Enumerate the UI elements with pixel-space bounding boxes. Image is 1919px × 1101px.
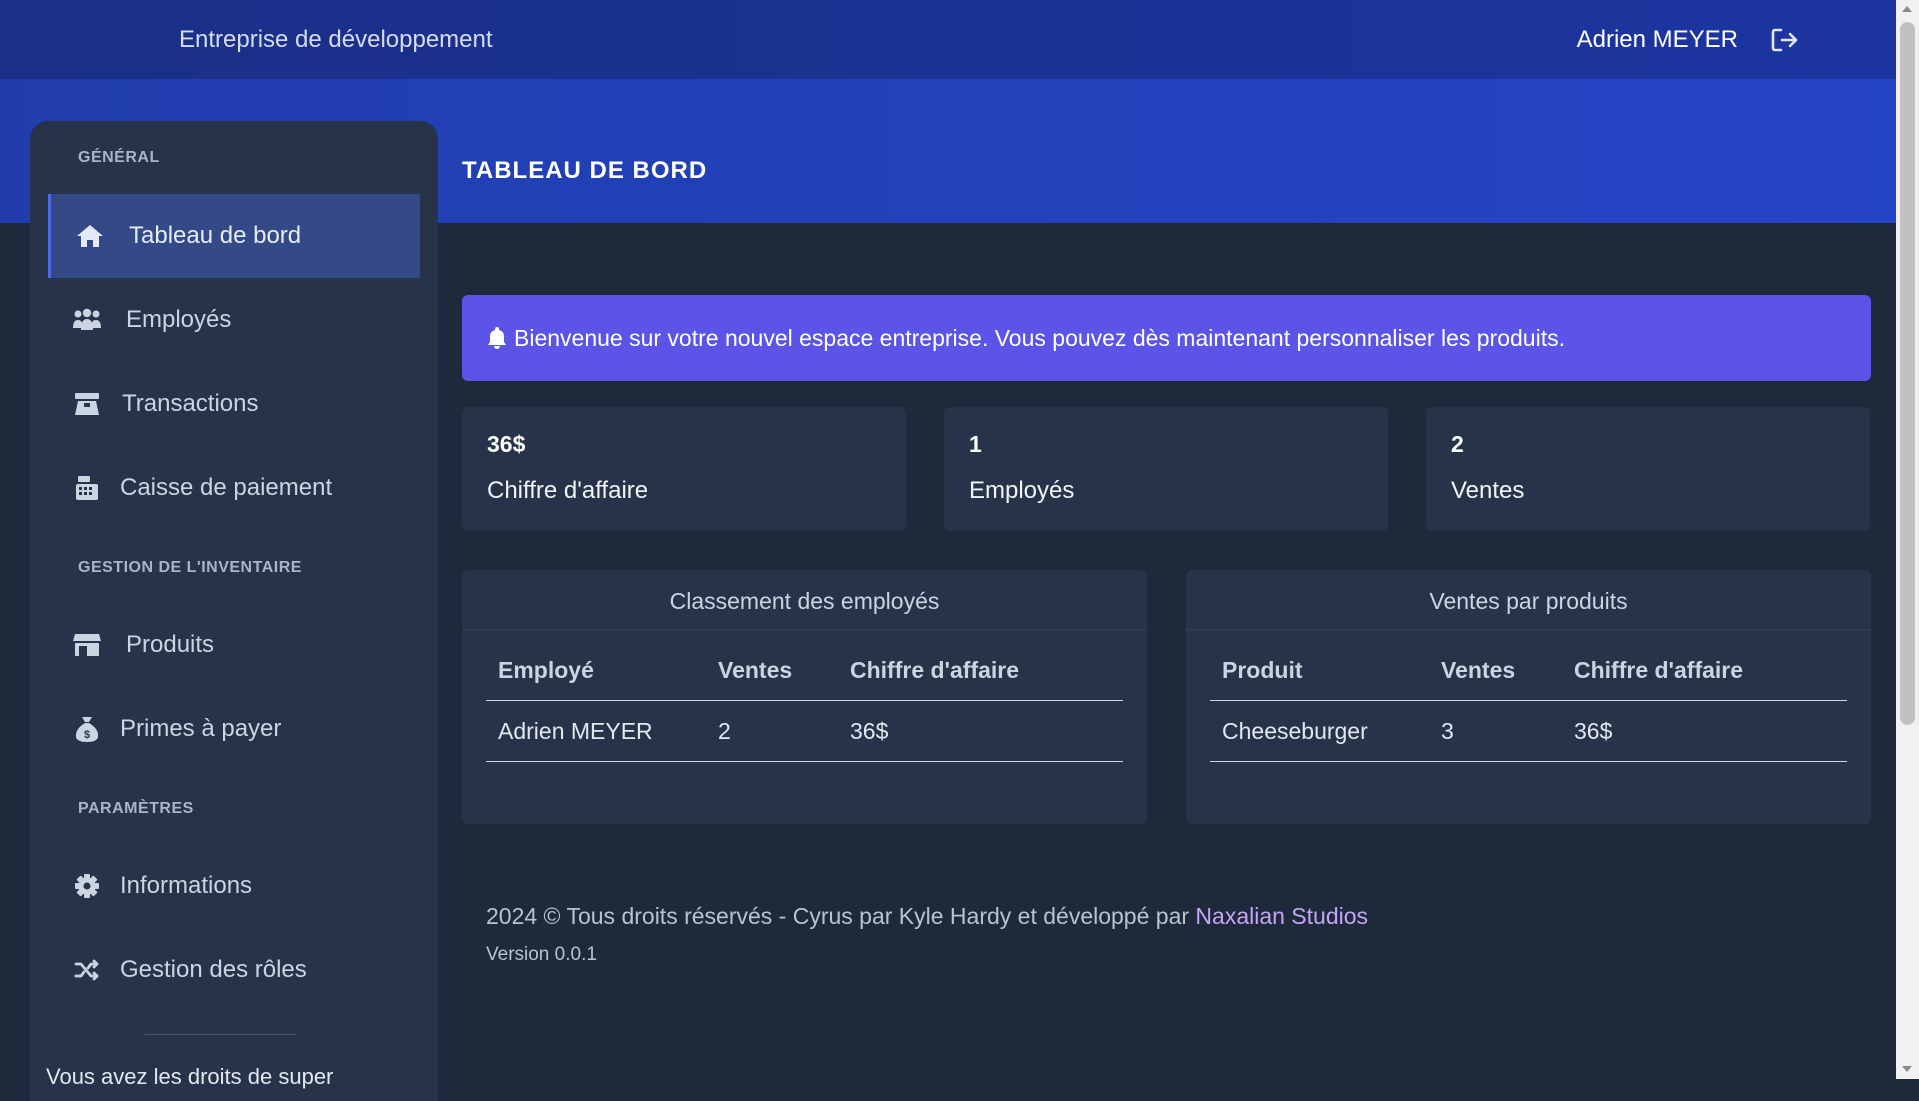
- user-name[interactable]: Adrien MEYER: [1577, 26, 1738, 54]
- sidebar-item-transactions[interactable]: Transactions: [48, 362, 420, 446]
- sidebar-item-label: Gestion des rôles: [120, 956, 307, 983]
- sidebar-item-label: Tableau de bord: [129, 222, 302, 249]
- sidebar-item-bonuses[interactable]: $ Primes à payer: [48, 687, 420, 771]
- table-row: Adrien MEYER 2 36$: [486, 701, 1123, 762]
- stat-card-employees: 1 Employés: [944, 407, 1388, 531]
- column-header-product: Produit: [1222, 656, 1303, 683]
- sidebar-item-label: Transactions: [122, 390, 259, 417]
- logout-icon[interactable]: [1770, 26, 1800, 54]
- cash-register-icon: [72, 473, 102, 503]
- stat-value: 1: [969, 431, 982, 457]
- panel-title: Classement des employés: [462, 570, 1147, 630]
- home-icon: [75, 221, 105, 251]
- money-bag-icon: $: [72, 714, 102, 744]
- table-header-row: Produit Ventes Chiffre d'affaire: [1210, 640, 1847, 701]
- page-title: TABLEAU DE BORD: [462, 157, 708, 184]
- alert-message: Bienvenue sur votre nouvel espace entrep…: [514, 324, 1565, 351]
- sidebar-item-dashboard[interactable]: Tableau de bord: [48, 194, 420, 278]
- stat-value: 2: [1451, 431, 1464, 457]
- sidebar-section-general: GÉNÉRAL: [78, 149, 160, 166]
- stat-card-revenue: 36$ Chiffre d'affaire: [462, 407, 906, 531]
- employee-ranking-table: Employé Ventes Chiffre d'affaire Adrien …: [486, 640, 1123, 762]
- footer-copyright: 2024 © Tous droits réservés - Cyrus par …: [486, 903, 1368, 930]
- cell-employee: Adrien MEYER: [498, 717, 653, 744]
- column-header-employee: Employé: [498, 656, 594, 683]
- shuffle-icon: [72, 955, 102, 985]
- gear-icon: [72, 871, 102, 901]
- column-header-sales: Ventes: [1441, 656, 1516, 683]
- sidebar-item-checkout[interactable]: Caisse de paiement: [48, 446, 420, 530]
- cell-sales: 2: [718, 717, 731, 744]
- store-icon: [72, 630, 102, 660]
- sidebar-item-employees[interactable]: Employés: [48, 278, 420, 362]
- welcome-alert: Bienvenue sur votre nouvel espace entrep…: [462, 295, 1871, 381]
- cell-sales: 3: [1441, 717, 1454, 744]
- product-sales-panel: Ventes par produits Produit Ventes Chiff…: [1186, 570, 1871, 824]
- users-icon: [72, 305, 102, 335]
- top-bar: Entreprise de développement Adrien MEYER: [0, 0, 1896, 79]
- stat-label: Chiffre d'affaire: [487, 477, 649, 504]
- sidebar-item-label: Produits: [126, 631, 215, 658]
- sidebar-item-label: Primes à payer: [120, 715, 282, 742]
- column-header-sales: Ventes: [718, 656, 793, 683]
- page-scrollbar[interactable]: [1896, 0, 1919, 1079]
- sidebar-item-label: Caisse de paiement: [120, 474, 333, 501]
- stat-label: Ventes: [1451, 477, 1525, 504]
- sidebar-item-label: Informations: [120, 872, 253, 899]
- cell-revenue: 36$: [850, 717, 889, 744]
- scroll-down-arrow-icon[interactable]: [1902, 1066, 1912, 1072]
- sidebar-item-products[interactable]: Produits: [48, 603, 420, 687]
- company-name: Entreprise de développement: [179, 26, 493, 53]
- sidebar-divider: [145, 1034, 297, 1035]
- table-header-row: Employé Ventes Chiffre d'affaire: [486, 640, 1123, 701]
- stat-value: 36$: [487, 431, 526, 457]
- product-sales-table: Produit Ventes Chiffre d'affaire Cheeseb…: [1210, 640, 1847, 762]
- svg-text:$: $: [84, 729, 90, 741]
- sidebar-item-roles[interactable]: Gestion des rôles: [48, 928, 420, 1012]
- stat-label: Employés: [969, 477, 1075, 504]
- table-row: Cheeseburger 3 36$: [1210, 701, 1847, 762]
- sidebar-item-label: Employés: [126, 306, 232, 333]
- cell-product: Cheeseburger: [1222, 717, 1368, 744]
- sidebar: GÉNÉRAL Tableau de bord Employés Transac…: [30, 121, 438, 1101]
- cell-revenue: 36$: [1574, 717, 1613, 744]
- footer-studio-link[interactable]: Naxalian Studios: [1195, 903, 1368, 929]
- column-header-revenue: Chiffre d'affaire: [850, 656, 1020, 683]
- scroll-up-arrow-icon[interactable]: [1902, 6, 1912, 12]
- cash-register-hand-icon: [72, 389, 102, 419]
- employee-ranking-panel: Classement des employés Employé Ventes C…: [462, 570, 1147, 824]
- sidebar-section-settings: PARAMÈTRES: [78, 800, 194, 817]
- sidebar-item-information[interactable]: Informations: [48, 844, 420, 928]
- panel-title: Ventes par produits: [1186, 570, 1871, 630]
- footer-text: 2024 © Tous droits réservés - Cyrus par …: [486, 903, 1190, 929]
- stat-card-sales: 2 Ventes: [1426, 407, 1870, 531]
- sidebar-permissions-note: Vous avez les droits de super: [46, 1064, 334, 1089]
- sidebar-section-inventory: GESTION DE L'INVENTAIRE: [78, 559, 302, 576]
- column-header-revenue: Chiffre d'affaire: [1574, 656, 1744, 683]
- bell-icon: [486, 326, 508, 350]
- scroll-thumb[interactable]: [1900, 22, 1915, 725]
- app-version: Version 0.0.1: [486, 944, 597, 965]
